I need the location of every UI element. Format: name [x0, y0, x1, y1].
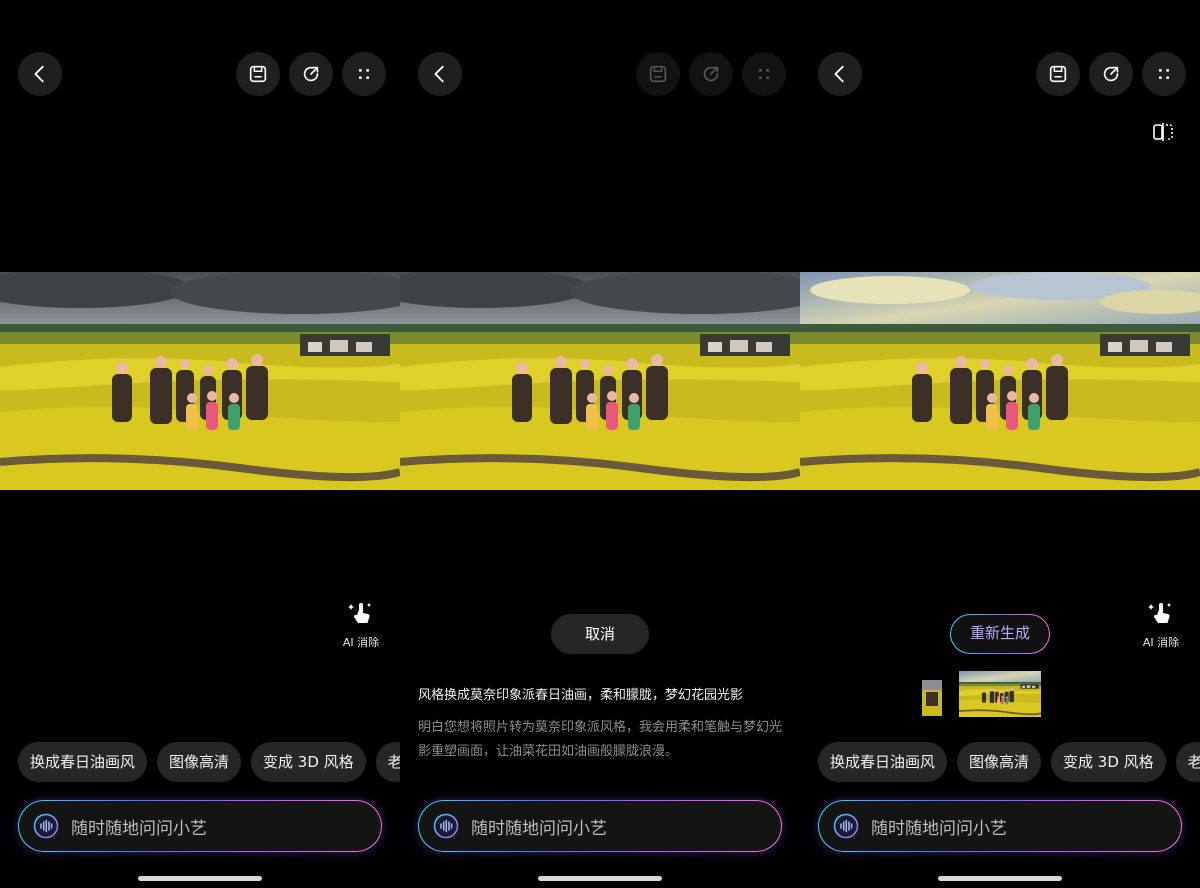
thumbnail-image [959, 671, 1041, 717]
more-button[interactable] [342, 52, 386, 96]
back-icon [34, 65, 44, 83]
ai-erase-button[interactable]: AI 消除 [1136, 600, 1186, 650]
suggestion-chip[interactable]: 老 [1175, 742, 1200, 782]
thumbnail-result[interactable] [959, 671, 1041, 717]
share-button[interactable] [689, 52, 733, 96]
panel-result: 重新生成 AI 消除 换成春日油画风 图像高清 变成 3D 风格 老 随时随地问… [800, 0, 1200, 888]
suggestion-chip[interactable]: 图像高清 [157, 742, 242, 782]
suggestion-chip[interactable]: 变成 3D 风格 [251, 742, 366, 782]
more-button[interactable] [1142, 52, 1186, 96]
family-photo [0, 272, 400, 490]
home-indicator[interactable] [138, 876, 262, 881]
voice-icon [833, 813, 859, 839]
user-prompt: 风格换成莫奈印象派春日油画，柔和朦胧，梦幻花园光影 [418, 688, 744, 703]
more-icon [358, 68, 370, 80]
share-icon [1103, 66, 1119, 82]
share-button[interactable] [289, 52, 333, 96]
suggestion-chip[interactable]: 换成春日油画风 [18, 742, 148, 782]
suggestion-chip[interactable]: 换成春日油画风 [818, 742, 948, 782]
ask-placeholder: 随时随地问问小艺 [871, 818, 1007, 839]
ask-placeholder: 随时随地问问小艺 [71, 818, 207, 839]
ai-erase-label: AI 消除 [1142, 636, 1180, 649]
voice-icon [433, 813, 459, 839]
ask-xiaoyi-bar[interactable]: 随时随地问问小艺 [418, 800, 782, 852]
save-button[interactable] [236, 52, 280, 96]
ai-erase-icon [1148, 603, 1171, 623]
back-icon [434, 65, 444, 83]
suggestion-chip[interactable]: 变成 3D 风格 [1051, 742, 1166, 782]
home-indicator[interactable] [938, 876, 1062, 881]
assistant-reply: 明白您想将照片转为莫奈印象派风格，我会用柔和笔触与梦幻光影重塑画面，让油菜花田如… [418, 720, 783, 759]
save-icon [1049, 65, 1067, 83]
thumbnail-image [922, 680, 942, 716]
share-button[interactable] [1089, 52, 1133, 96]
ask-placeholder: 随时随地问问小艺 [471, 818, 607, 839]
ai-erase-icon [348, 603, 371, 623]
panel-initial: AI 消除 换成春日油画风 图像高清 变成 3D 风格 老 随时随地问问小艺 [0, 0, 400, 888]
suggestion-chips: 换成春日油画风 图像高清 变成 3D 风格 老 [18, 742, 400, 782]
share-icon [703, 66, 719, 82]
thumbnail-original[interactable] [922, 680, 942, 716]
photo-original[interactable] [400, 272, 800, 490]
voice-icon [33, 813, 59, 839]
save-button[interactable] [636, 52, 680, 96]
suggestion-chip[interactable]: 图像高清 [957, 742, 1042, 782]
panel-processing: 取消 风格换成莫奈印象派春日油画，柔和朦胧，梦幻花园光影 明白您想将照片转为莫奈… [400, 0, 800, 888]
more-icon [1158, 68, 1170, 80]
compare-icon[interactable] [1152, 122, 1174, 142]
more-icon [758, 68, 770, 80]
save-icon [649, 65, 667, 83]
more-button[interactable] [742, 52, 786, 96]
back-icon [834, 65, 844, 83]
suggestion-chips: 换成春日油画风 图像高清 变成 3D 风格 老 [818, 742, 1200, 782]
save-icon [249, 65, 267, 83]
suggestion-chip[interactable]: 老 [375, 742, 400, 782]
family-photo [400, 272, 800, 490]
cancel-button[interactable]: 取消 [551, 614, 649, 654]
ask-xiaoyi-bar[interactable]: 随时随地问问小艺 [18, 800, 382, 852]
ai-erase-label: AI 消除 [342, 636, 380, 649]
photo-original[interactable] [0, 272, 400, 490]
save-button[interactable] [1036, 52, 1080, 96]
share-icon [303, 66, 319, 82]
ai-erase-button[interactable]: AI 消除 [336, 600, 386, 650]
oil-painting-photo [800, 272, 1200, 490]
back-button[interactable] [418, 52, 462, 96]
back-button[interactable] [18, 52, 62, 96]
regenerate-button[interactable]: 重新生成 [950, 614, 1050, 654]
back-button[interactable] [818, 52, 862, 96]
ask-xiaoyi-bar[interactable]: 随时随地问问小艺 [818, 800, 1182, 852]
photo-stylized[interactable] [800, 272, 1200, 490]
home-indicator[interactable] [538, 876, 662, 881]
